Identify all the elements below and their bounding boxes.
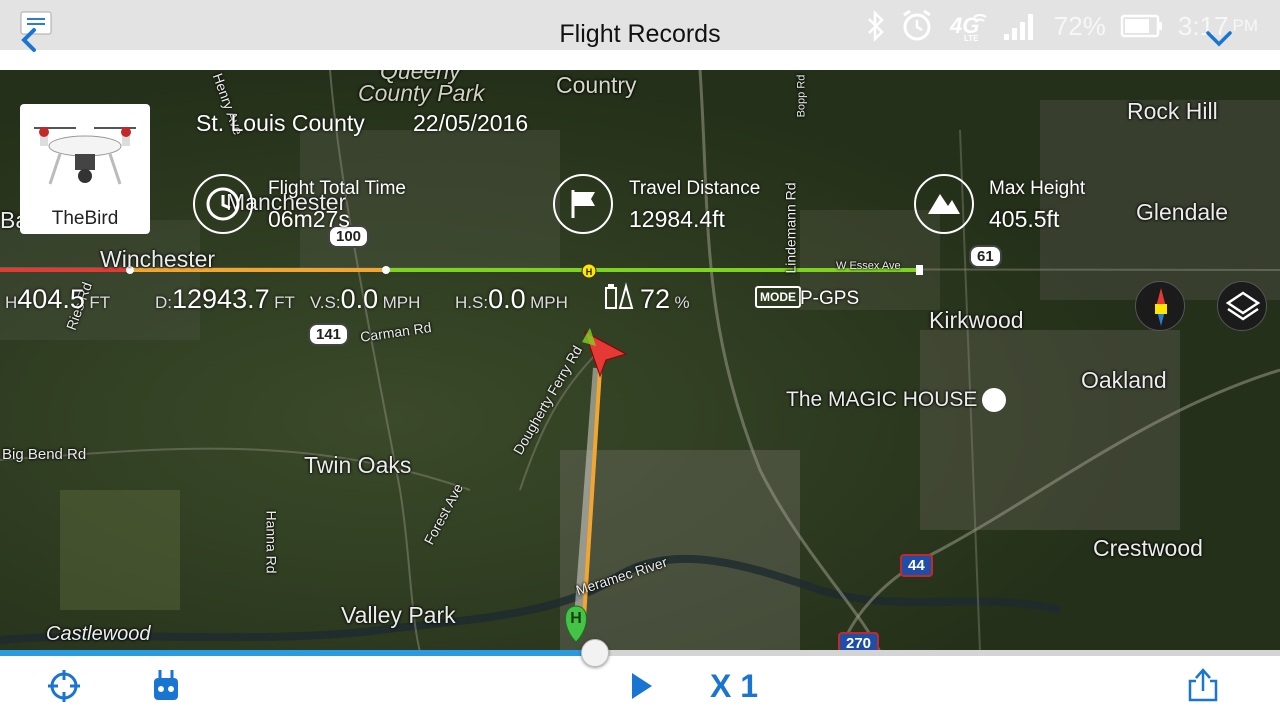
map-label-kirkwood: Kirkwood xyxy=(929,307,1024,333)
route-shield-61: 61 xyxy=(969,245,1002,268)
bottom-toolbar xyxy=(0,656,1280,720)
clock-icon xyxy=(193,174,253,234)
map-label-crestwood: Crestwood xyxy=(1093,535,1203,561)
mode-badge: MODE xyxy=(755,286,801,308)
app-root: Flight Records 4G LTE 72% 3:17 PM H Quee… xyxy=(0,0,1280,720)
chevron-down-icon[interactable] xyxy=(1205,30,1233,48)
battery-percent: 72% xyxy=(1053,10,1106,41)
interstate-shield-44: 44 xyxy=(900,554,933,577)
route-shield-141: 141 xyxy=(308,323,350,346)
interstate-shield-270: 270 xyxy=(838,632,880,652)
telemetry-distance: D:12943.7 FT xyxy=(155,284,295,314)
map-label-lindemann-rd: Lindemann Rd xyxy=(782,182,799,274)
battery-icon xyxy=(1120,14,1162,38)
travel-distance-label: Travel Distance xyxy=(629,178,761,199)
drone-image xyxy=(34,127,136,185)
share-icon[interactable] xyxy=(1187,667,1219,703)
svg-text:LTE: LTE xyxy=(964,34,979,43)
telemetry-height: H404.5 FT xyxy=(5,284,111,314)
alarm-icon xyxy=(903,9,931,41)
map-label-glendale: Glendale xyxy=(1136,199,1229,225)
map-label-magic-house: The MAGIC HOUSE xyxy=(786,388,978,411)
playback-speed-button[interactable]: X 1 xyxy=(710,668,758,705)
mountain-icon xyxy=(914,174,974,234)
home-point-marker: H xyxy=(570,610,582,627)
layers-icon xyxy=(1225,291,1261,321)
locate-crosshair-icon[interactable] xyxy=(47,669,81,703)
attraction-icon xyxy=(982,388,1006,412)
map-label-big-bend-rd: Big Bend Rd xyxy=(2,446,87,463)
map-label-country: Country xyxy=(556,72,637,98)
map-layers-button[interactable] xyxy=(1217,281,1267,331)
map-label-hanna-rd: Hanna Rd xyxy=(263,510,280,574)
total-time-value: 06m27s xyxy=(268,206,350,232)
clock-ampm: PM xyxy=(1232,16,1259,35)
map-label-w-essex-ave: W Essex Ave xyxy=(836,260,901,272)
telemetry-vertical-speed: V.S:0.0 MPH xyxy=(310,284,421,314)
play-icon[interactable] xyxy=(628,670,656,702)
svg-text:H: H xyxy=(586,267,593,277)
lte-icon: 4G LTE xyxy=(949,13,987,43)
map-label-castlewood: Castlewood xyxy=(46,623,151,645)
map-label-rock-hill: Rock Hill xyxy=(1127,98,1218,124)
drone-name: TheBird xyxy=(51,208,119,229)
travel-distance-value: 12984.4ft xyxy=(629,206,725,232)
playback-progress-knob[interactable] xyxy=(581,639,610,667)
map-label-county-park: County Park xyxy=(358,80,485,106)
signal-icon xyxy=(1003,14,1033,40)
max-height-value: 405.5ft xyxy=(989,206,1060,232)
map-label-valley-park: Valley Park xyxy=(341,602,456,628)
map-label-bopp-rd: Bopp Rd xyxy=(795,74,808,118)
bluetooth-icon xyxy=(867,10,884,42)
telemetry-battery: 72 % xyxy=(640,284,690,314)
battery-drone-icon xyxy=(605,282,634,309)
flight-map[interactable]: H Queeny County Park Country Rock Hill M… xyxy=(0,70,1280,652)
drone-card: TheBird xyxy=(20,104,150,234)
total-time-label: Flight Total Time xyxy=(268,178,406,199)
remote-controller-icon[interactable] xyxy=(151,668,181,704)
compass-icon xyxy=(1155,288,1167,326)
map-label-winchester: Winchester xyxy=(100,246,216,272)
compass-button[interactable] xyxy=(1135,281,1185,331)
flight-date: 22/05/2016 xyxy=(413,110,529,136)
flight-location: St. Louis County xyxy=(196,110,365,136)
map-label-twin-oaks: Twin Oaks xyxy=(304,452,412,478)
max-height-label: Max Height xyxy=(989,178,1086,199)
map-label-oakland: Oakland xyxy=(1081,367,1167,393)
telemetry-horizontal-speed: H.S:0.0 MPH xyxy=(455,284,568,314)
flag-icon xyxy=(553,174,613,234)
app-header: Flight Records 4G LTE 72% 3:17 PM xyxy=(0,0,1280,70)
flight-mode-value: P-GPS xyxy=(800,288,860,309)
